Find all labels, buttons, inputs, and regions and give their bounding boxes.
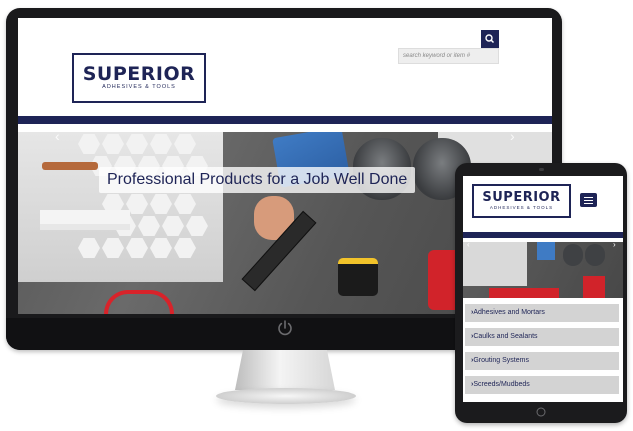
tablet-site-logo[interactable]: SUPERIOR ADHESIVES & TOOLS: [472, 184, 571, 218]
hero-hex-tile: [174, 134, 196, 154]
hero-hex-tile: [150, 238, 172, 258]
hero-hex-tile: [102, 238, 124, 258]
hero-spacer-rods: [40, 210, 130, 224]
hero-hex-tile: [78, 134, 100, 154]
menu-item-caulks-and-sealants[interactable]: ›Caulks and Sealants: [465, 328, 619, 346]
hero-hex-tile: [150, 134, 172, 154]
logo-tagline: ADHESIVES & TOOLS: [489, 205, 554, 210]
hero-worker-arm: [537, 242, 555, 260]
monitor-stand: [235, 350, 335, 390]
hero-hex-tile: [102, 134, 124, 154]
hero-hex-tile: [126, 134, 148, 154]
menu-item-grouting-systems[interactable]: ›Grouting Systems: [465, 352, 619, 370]
search-button[interactable]: [481, 30, 499, 48]
hero-hex-tile: [162, 216, 184, 236]
menu-item-label: Grouting Systems: [473, 357, 529, 364]
chevron-right-icon[interactable]: ›: [613, 242, 616, 249]
menu-item-screeds-mudbeds[interactable]: ›Screeds/Mudbeds: [465, 376, 619, 394]
hero-hex-tile: [138, 216, 160, 236]
hamburger-menu-icon: [584, 203, 593, 204]
menu-item-label: Caulks and Sealants: [473, 333, 538, 340]
tablet-hero-banner: ‹ ›: [463, 242, 623, 298]
hamburger-menu-icon: [584, 197, 593, 198]
hero-tile-area: [463, 242, 527, 286]
hero-kneepad: [585, 244, 605, 266]
power-icon: [278, 320, 292, 336]
site-logo[interactable]: SUPERIOR ADHESIVES & TOOLS: [72, 53, 206, 103]
hamburger-menu-button[interactable]: [580, 193, 597, 207]
menu-item-label: Adhesives and Mortars: [473, 309, 545, 316]
tablet-camera: [539, 168, 544, 171]
chevron-left-icon[interactable]: ‹: [467, 242, 470, 249]
home-button-icon: [536, 407, 546, 417]
hero-hex-tile: [150, 194, 172, 214]
hero-red-case: [583, 276, 605, 298]
hero-caption: Professional Products for a Job Well Don…: [99, 167, 416, 193]
hero-kneepad: [563, 244, 583, 266]
hero-hex-tile: [174, 194, 196, 214]
menu-item-label: Screeds/Mudbeds: [473, 381, 530, 388]
menu-item-adhesives-and-mortars[interactable]: ›Adhesives and Mortars: [465, 304, 619, 322]
monitor-stand-base: [216, 388, 356, 404]
hero-tile-area: [18, 132, 223, 282]
search-input[interactable]: search keyword or item #: [398, 48, 499, 64]
hero-hex-tile: [174, 238, 196, 258]
main-nav-bar[interactable]: [18, 116, 552, 124]
tablet-website-screen: SUPERIOR ADHESIVES & TOOLS ‹ › ›Adhesive…: [463, 176, 623, 402]
tablet-nav-bar: [463, 232, 623, 238]
logo-wordmark: SUPERIOR: [82, 63, 196, 85]
hero-trowel-handle: [42, 162, 98, 170]
chevron-right-icon[interactable]: ›: [510, 132, 515, 144]
hero-hex-tile: [78, 238, 100, 258]
hero-hex-tile: [186, 216, 208, 236]
hamburger-menu-icon: [584, 200, 593, 201]
logo-wordmark: SUPERIOR: [482, 190, 561, 205]
search-icon: [485, 34, 495, 44]
hero-tape-measure: [338, 258, 378, 296]
hero-red-tool: [104, 290, 174, 314]
chevron-left-icon[interactable]: ‹: [55, 132, 60, 144]
hero-red-tool: [489, 288, 559, 298]
hero-hex-tile: [126, 238, 148, 258]
tablet-category-menu: ›Adhesives and Mortars ›Caulks and Seala…: [463, 304, 623, 400]
